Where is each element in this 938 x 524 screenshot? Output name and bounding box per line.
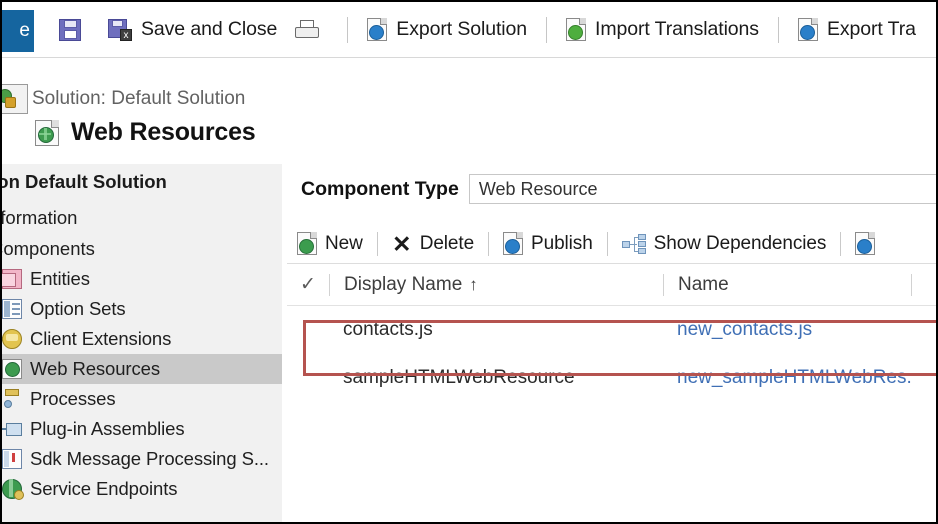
sidebar-item-sdk-message-processing-steps[interactable]: Sdk Message Processing S... xyxy=(2,444,282,474)
new-button[interactable]: New xyxy=(287,229,373,259)
sidebar-item-processes[interactable]: Processes xyxy=(2,384,282,414)
show-dependencies-label: Show Dependencies xyxy=(653,232,827,254)
save-and-close-button[interactable]: x Save and Close xyxy=(99,10,286,50)
sidebar-item-label: Option Sets xyxy=(30,298,126,319)
publish-button[interactable]: Publish xyxy=(493,229,603,259)
import-translations-icon xyxy=(566,18,587,41)
sort-ascending-icon: ↑ xyxy=(469,274,478,294)
solution-breadcrumb: Solution: Default Solution xyxy=(32,88,246,109)
check-icon: ✓ xyxy=(300,273,316,295)
show-dependencies-icon xyxy=(621,233,646,254)
client-extensions-icon xyxy=(2,329,22,349)
save-and-close-label: Save and Close xyxy=(141,18,278,40)
column-header-label: Display Name xyxy=(344,273,463,295)
component-type-select[interactable]: Web Resource xyxy=(468,174,936,204)
column-divider xyxy=(911,273,912,296)
delete-button[interactable]: ✕ Delete xyxy=(382,229,484,259)
ribbon-separator xyxy=(546,16,548,43)
sidebar-item-plugin-assemblies[interactable]: Plug-in Assemblies xyxy=(2,414,282,444)
print-button[interactable] xyxy=(286,10,337,50)
ribbon-command-group: x Save and Close Export Solution Import … xyxy=(50,2,925,57)
save-icon xyxy=(59,18,81,41)
sidebar-item-service-endpoints[interactable]: Service Endpoints xyxy=(2,474,282,504)
delete-icon: ✕ xyxy=(392,230,412,257)
file-tab-label: e xyxy=(19,20,30,41)
navigation-sidebar[interactable]: nformation Components Entities Option Se… xyxy=(2,202,282,522)
table-row[interactable]: contacts.js new_contacts.js xyxy=(287,306,936,354)
export-translations-label: Export Tra xyxy=(826,18,916,40)
table-row[interactable]: sampleHTMLWebResource new_sampleHTMLWebR… xyxy=(287,354,936,402)
sidebar-item-option-sets[interactable]: Option Sets xyxy=(2,294,282,324)
component-type-label: Component Type xyxy=(301,177,459,200)
solution-icon xyxy=(2,84,28,114)
more-commands-icon xyxy=(855,232,876,255)
page-title-row: Web Resources xyxy=(35,118,256,147)
grid-command-bar: New ✕ Delete Publish Show Dependencies xyxy=(287,224,936,264)
option-sets-icon xyxy=(2,299,22,319)
export-translations-icon xyxy=(797,18,818,41)
delete-button-label: Delete xyxy=(419,232,475,254)
application-window: e x Save and Close Export Solution Impor… xyxy=(0,0,938,524)
cell-display-name: sampleHTMLWebResource xyxy=(343,367,575,388)
ribbon-separator xyxy=(347,16,349,43)
export-solution-button[interactable]: Export Solution xyxy=(358,10,536,50)
publish-icon xyxy=(503,232,524,255)
column-header-label: Name xyxy=(678,273,729,295)
sidebar-item-label: Client Extensions xyxy=(30,328,172,349)
column-header-name[interactable]: Name xyxy=(664,274,911,296)
sidebar-item-label: Web Resources xyxy=(30,358,160,379)
sidebar-item-label: Service Endpoints xyxy=(30,478,178,499)
web-resources-icon xyxy=(2,359,22,379)
web-resources-grid: ✓ Display Name ↑ Name contacts.js new_co… xyxy=(287,264,936,402)
grid-header-row: ✓ Display Name ↑ Name xyxy=(287,264,936,306)
plugin-assemblies-icon xyxy=(2,422,22,436)
sidebar-item-label: Sdk Message Processing S... xyxy=(30,448,269,469)
save-button[interactable] xyxy=(50,10,99,50)
entities-icon xyxy=(2,269,22,289)
column-header-display-name[interactable]: Display Name ↑ xyxy=(330,274,663,296)
sidebar-item-web-resources[interactable]: Web Resources xyxy=(2,354,282,384)
new-icon xyxy=(297,232,317,255)
select-all-checkbox[interactable]: ✓ xyxy=(287,273,329,295)
overflow-command-button[interactable] xyxy=(845,229,885,259)
cell-display-name: contacts.js xyxy=(343,319,433,340)
web-resources-icon xyxy=(35,119,59,146)
sidebar-section-information[interactable]: nformation xyxy=(2,202,282,233)
import-translations-button[interactable]: Import Translations xyxy=(557,10,768,50)
new-button-label: New xyxy=(325,232,363,254)
sidebar-item-entities[interactable]: Entities xyxy=(2,264,282,294)
page-title: Web Resources xyxy=(71,118,256,146)
export-translations-button[interactable]: Export Tra xyxy=(789,10,925,50)
command-separator xyxy=(606,231,608,256)
solution-subheader-label: tion Default Solution xyxy=(0,171,167,192)
export-solution-label: Export Solution xyxy=(396,18,528,40)
command-separator xyxy=(488,231,490,256)
processes-icon xyxy=(2,389,22,409)
sidebar-item-label: Processes xyxy=(30,388,116,409)
save-and-close-icon: x xyxy=(108,18,132,41)
cell-name-link[interactable]: new_sampleHTMLWebRes... xyxy=(663,367,911,389)
command-separator xyxy=(376,231,378,256)
ribbon-separator xyxy=(777,16,779,43)
ribbon-toolbar: e x Save and Close Export Solution Impor… xyxy=(2,2,936,58)
import-translations-label: Import Translations xyxy=(595,18,759,40)
cell-name-link[interactable]: new_contacts.js xyxy=(663,319,911,341)
main-content-panel: Component Type Web Resource New ✕ Delete xyxy=(287,58,936,522)
sidebar-item-label: Entities xyxy=(30,268,90,289)
service-endpoints-icon xyxy=(2,479,24,500)
sidebar-item-client-extensions[interactable]: Client Extensions xyxy=(2,324,282,354)
export-solution-icon xyxy=(367,18,388,41)
sdk-message-icon xyxy=(2,449,22,469)
sidebar-section-components[interactable]: Components xyxy=(2,233,282,264)
publish-button-label: Publish xyxy=(531,232,593,254)
command-separator xyxy=(840,231,842,256)
print-icon xyxy=(295,19,320,40)
file-tab[interactable]: e xyxy=(2,10,34,52)
sidebar-item-label: Plug-in Assemblies xyxy=(30,418,185,439)
show-dependencies-button[interactable]: Show Dependencies xyxy=(612,229,837,259)
component-type-row: Component Type Web Resource xyxy=(301,174,936,204)
